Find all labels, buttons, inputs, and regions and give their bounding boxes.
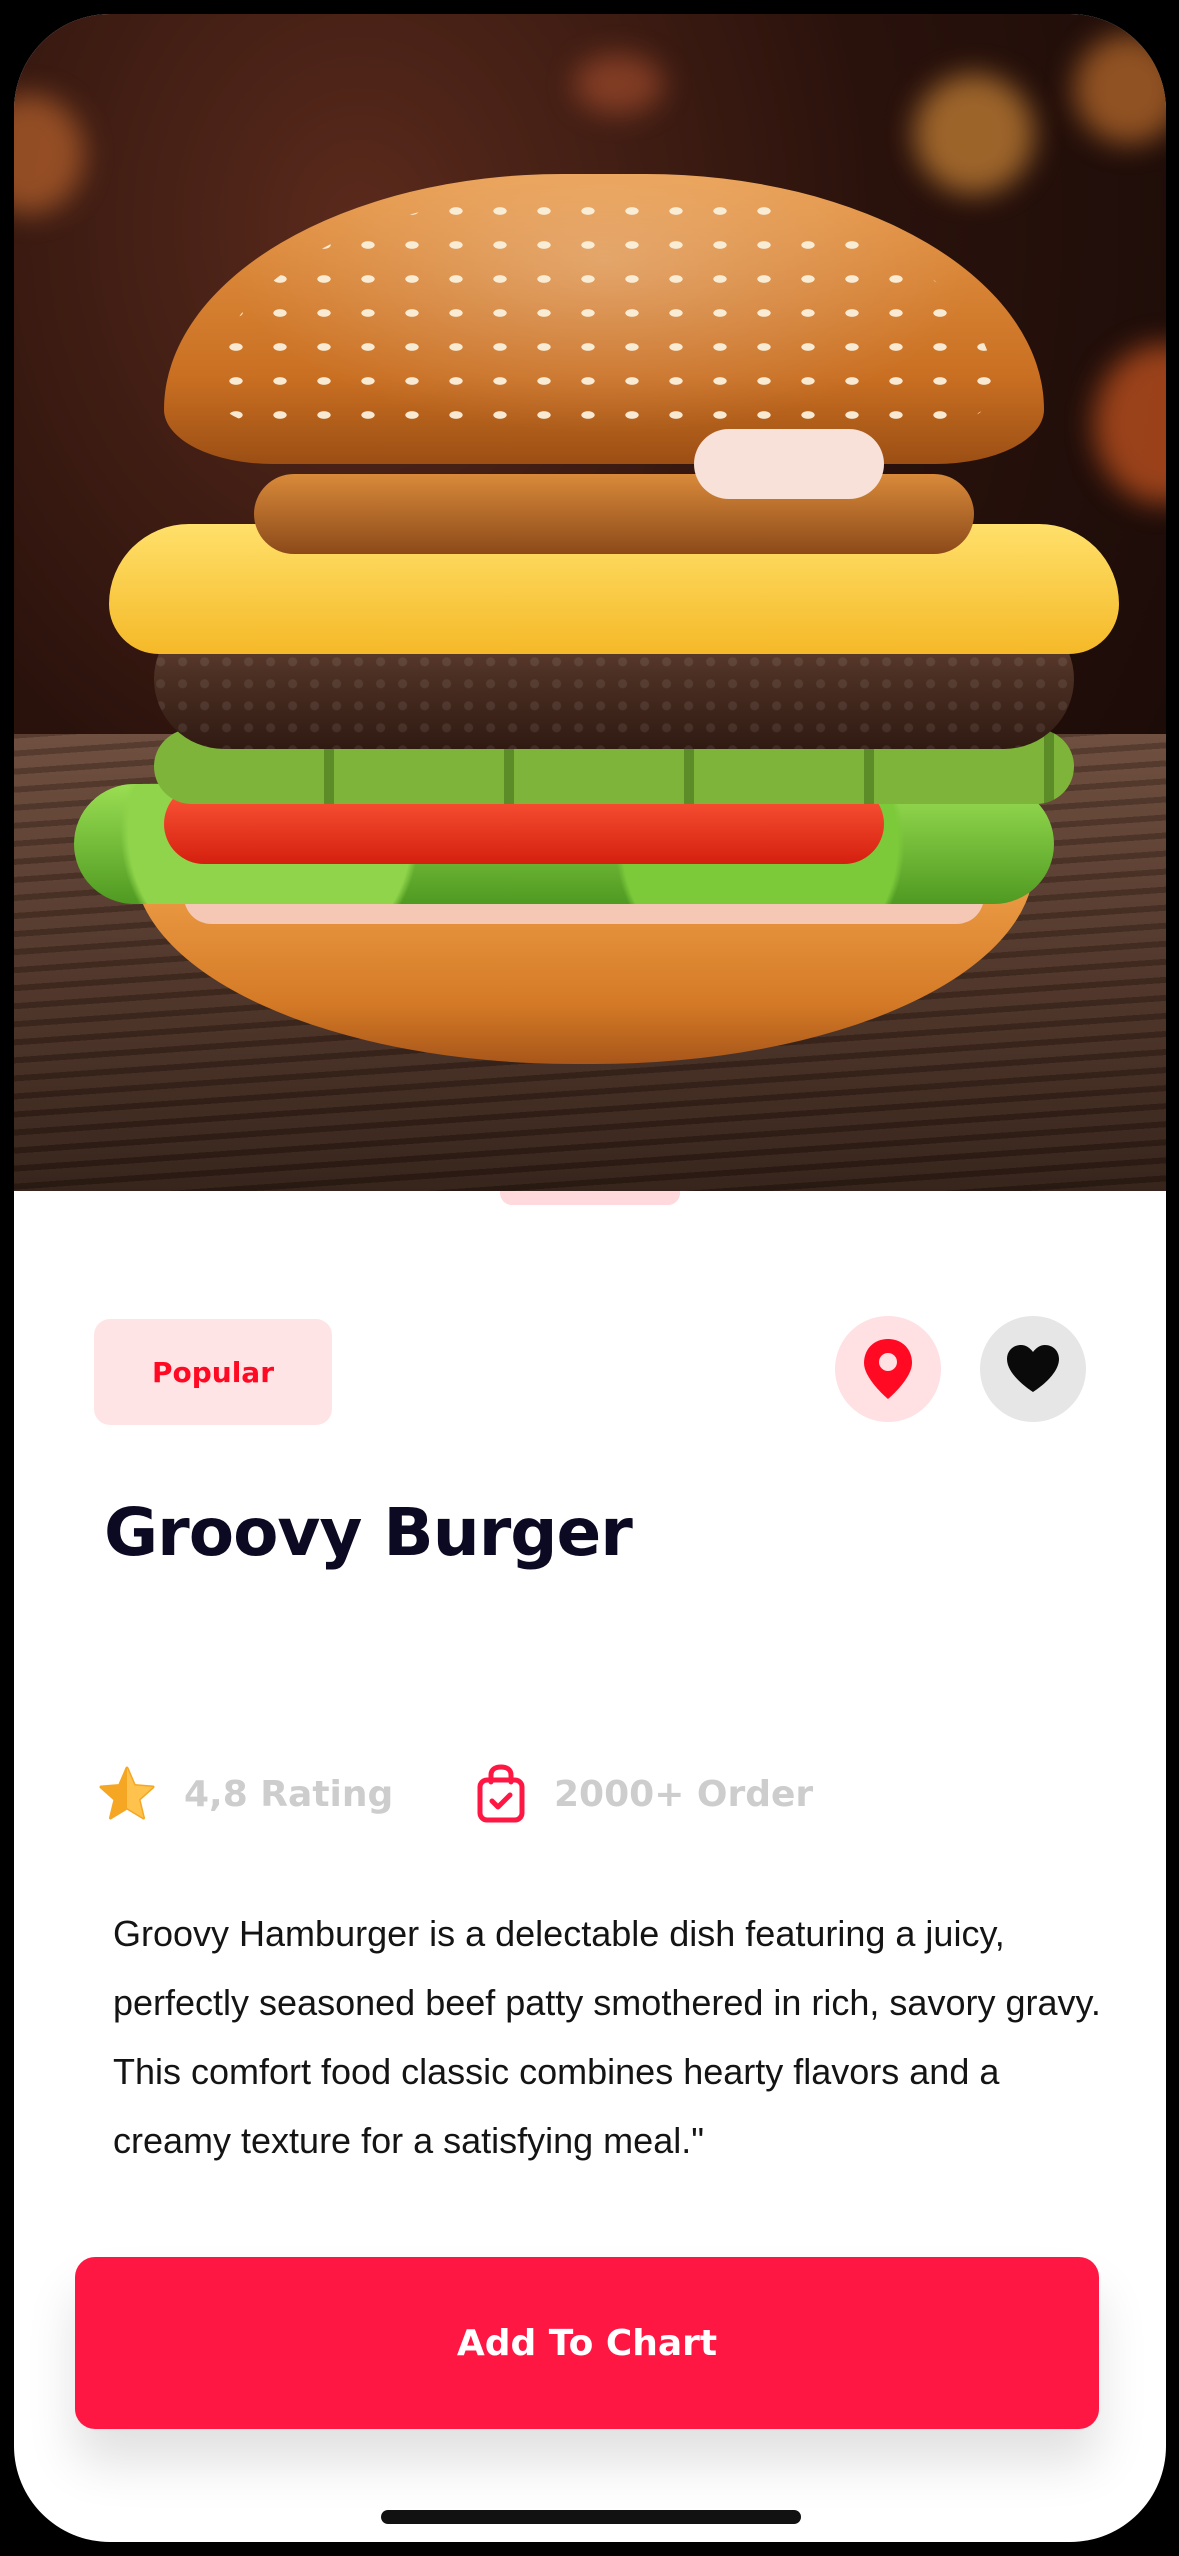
product-image	[14, 14, 1166, 1191]
favorite-button[interactable]	[980, 1316, 1086, 1422]
heart-icon	[1007, 1345, 1059, 1392]
bokeh-light	[574, 54, 664, 114]
bokeh-light	[1094, 344, 1166, 504]
bokeh-light	[14, 94, 84, 214]
star-icon	[99, 1766, 155, 1820]
product-description: Groovy Hamburger is a delectable dish fe…	[113, 1913, 1101, 2161]
rating-label: 4,8 Rating	[184, 1773, 394, 1815]
location-pin-icon	[864, 1339, 912, 1399]
orders-stat: 2000+ Order	[476, 1759, 813, 1829]
orders-label: 2000+ Order	[554, 1773, 814, 1815]
bokeh-light	[914, 74, 1034, 194]
home-indicator[interactable]	[381, 2510, 801, 2524]
rating-stat: 4,8 Rating	[98, 1759, 393, 1829]
location-button[interactable]	[835, 1316, 941, 1422]
product-title: Groovy Burger	[104, 1494, 633, 1571]
popular-tag: Popular	[94, 1319, 332, 1425]
bokeh-light	[1074, 34, 1166, 144]
add-to-cart-label: Add To Chart	[456, 2322, 718, 2364]
sheet-handle[interactable]	[500, 1191, 680, 1205]
app-screen: Popular Groovy Burger 4,8 Rating 2000+ O…	[14, 14, 1166, 2542]
burger-mayo	[694, 429, 884, 499]
shopping-bag-check-icon	[477, 1764, 525, 1823]
popular-tag-label: Popular	[151, 1355, 275, 1389]
add-to-cart-button[interactable]: Add To Chart	[75, 2257, 1099, 2429]
